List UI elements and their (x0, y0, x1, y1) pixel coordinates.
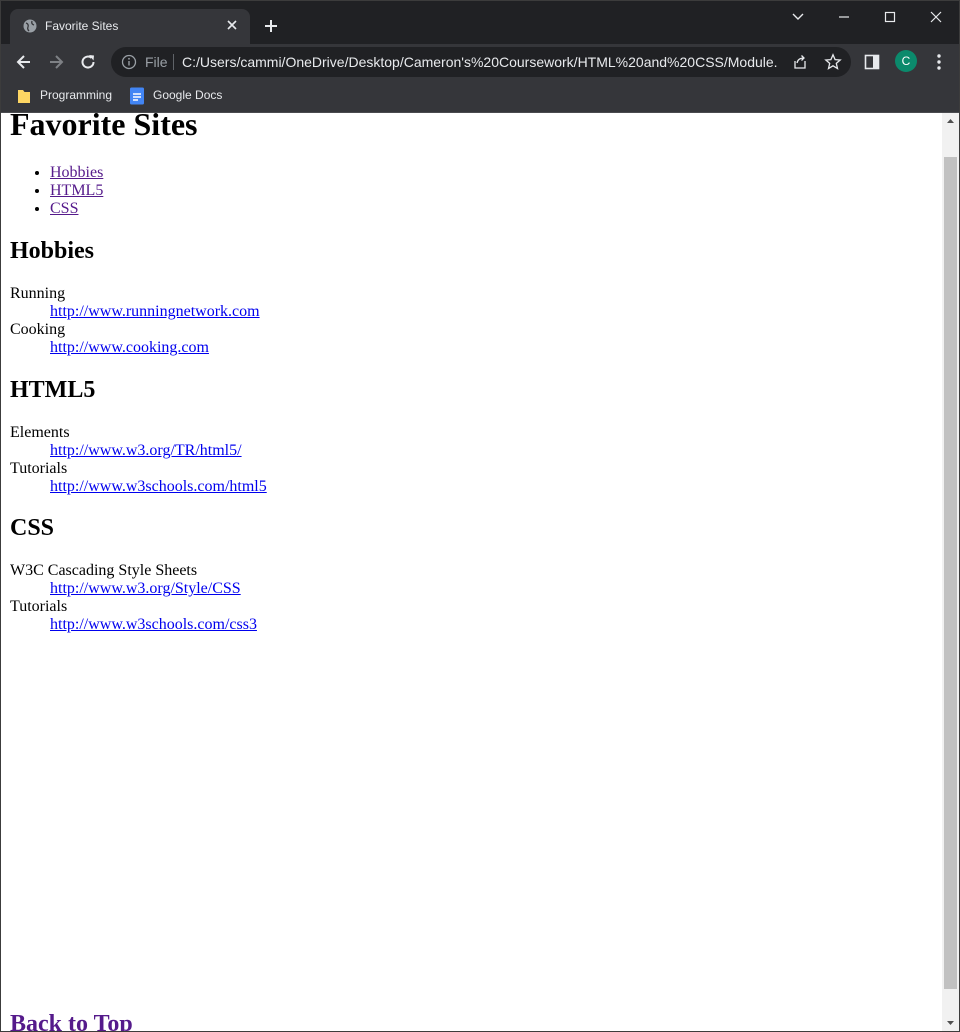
section-heading-css: CSS (10, 515, 55, 541)
close-window-button[interactable] (913, 1, 959, 33)
address-separator (173, 54, 174, 70)
table-of-contents: Hobbies HTML5 CSS (10, 164, 103, 218)
page-title: Favorite Sites (10, 113, 198, 142)
forward-button[interactable] (42, 48, 70, 76)
security-label: File (145, 54, 168, 70)
scroll-down-arrow-icon[interactable] (942, 1014, 959, 1031)
bookmark-google-docs[interactable]: Google Docs (123, 85, 227, 107)
list-term: W3C Cascading Style Sheets (10, 562, 198, 579)
toc-link-css[interactable]: CSS (50, 200, 78, 217)
new-tab-icon[interactable] (261, 16, 281, 36)
profile-avatar[interactable]: C (895, 50, 917, 72)
bookmarks-bar: Programming Google Docs (1, 80, 959, 113)
tab-favorite-sites[interactable]: Favorite Sites (10, 9, 250, 44)
reload-icon (81, 55, 95, 69)
browser-toolbar: File C:/Users/cammi/OneDrive/Desktop/Cam… (1, 44, 959, 80)
star-icon[interactable] (824, 53, 842, 71)
minimize-icon (839, 16, 849, 18)
site-link[interactable]: http://www.w3.org/TR/html5/ (50, 442, 242, 459)
site-link[interactable]: http://www.w3.org/Style/CSS (50, 580, 241, 597)
tab-title: Favorite Sites (45, 19, 119, 33)
share-icon[interactable] (792, 54, 808, 70)
list-definition: http://www.w3.org/Style/CSS (50, 580, 257, 598)
page-viewport: Favorite Sites Hobbies HTML5 CSS Hobbies… (1, 113, 959, 1031)
css-list: W3C Cascading Style Sheets http://www.w3… (10, 562, 257, 634)
list-definition: http://www.w3schools.com/css3 (50, 616, 257, 634)
close-tab-icon[interactable] (224, 17, 240, 33)
list-term: Cooking (10, 321, 66, 338)
list-term: Tutorials (10, 460, 68, 477)
maximize-icon (884, 11, 896, 23)
address-bar[interactable]: File C:/Users/cammi/OneDrive/Desktop/Cam… (111, 47, 851, 77)
arrow-right-icon (50, 55, 64, 69)
list-definition: http://www.runningnetwork.com (50, 303, 260, 321)
bookmark-label: Programming (40, 88, 113, 102)
list-definition: http://www.w3schools.com/html5 (50, 478, 267, 496)
back-to-top-link[interactable]: Back to Top (10, 1010, 133, 1031)
page-content: Favorite Sites Hobbies HTML5 CSS Hobbies… (1, 113, 942, 1031)
back-button[interactable] (10, 48, 38, 76)
site-link[interactable]: http://www.w3schools.com/css3 (50, 616, 257, 633)
section-heading-hobbies: Hobbies (10, 238, 95, 264)
bookmark-programming[interactable]: Programming (11, 85, 119, 107)
site-link[interactable]: http://www.cooking.com (50, 339, 209, 356)
url-text[interactable]: C:/Users/cammi/OneDrive/Desktop/Cameron'… (182, 54, 778, 70)
toc-item-html5: HTML5 (50, 182, 103, 200)
more-menu-icon[interactable] (931, 53, 947, 71)
folder-icon (18, 90, 30, 103)
list-definition: http://www.cooking.com (50, 339, 260, 357)
close-icon (930, 11, 942, 23)
section-heading-html5: HTML5 (10, 377, 96, 403)
maximize-button[interactable] (867, 1, 913, 33)
side-panel-icon[interactable] (864, 54, 880, 70)
browser-window: Favorite Sites File C:/Users/cammi/OneDr… (0, 0, 960, 1032)
tab-strip: Favorite Sites (1, 1, 959, 44)
scrollbar-thumb[interactable] (944, 157, 957, 989)
site-link[interactable]: http://www.runningnetwork.com (50, 303, 260, 320)
scroll-up-arrow-icon[interactable] (942, 113, 959, 130)
info-icon[interactable] (121, 54, 137, 70)
reload-button[interactable] (74, 48, 102, 76)
minimize-button[interactable] (821, 1, 867, 33)
toc-link-html5[interactable]: HTML5 (50, 182, 103, 199)
html5-list: Elements http://www.w3.org/TR/html5/ Tut… (10, 424, 267, 496)
toc-link-hobbies[interactable]: Hobbies (50, 164, 103, 181)
list-term: Tutorials (10, 598, 68, 615)
arrow-left-icon (16, 55, 30, 69)
toc-item-css: CSS (50, 200, 103, 218)
toc-item-hobbies: Hobbies (50, 164, 103, 182)
tab-search-button[interactable] (775, 1, 821, 33)
site-link[interactable]: http://www.w3schools.com/html5 (50, 478, 267, 495)
google-docs-icon (130, 87, 144, 105)
list-term: Elements (10, 424, 70, 441)
globe-icon (23, 19, 37, 33)
bookmark-label: Google Docs (153, 88, 223, 102)
list-definition: http://www.w3.org/TR/html5/ (50, 442, 267, 460)
chevron-down-icon (792, 13, 804, 20)
list-term: Running (10, 285, 66, 302)
vertical-scrollbar[interactable] (942, 113, 959, 1031)
hobbies-list: Running http://www.runningnetwork.com Co… (10, 285, 260, 357)
